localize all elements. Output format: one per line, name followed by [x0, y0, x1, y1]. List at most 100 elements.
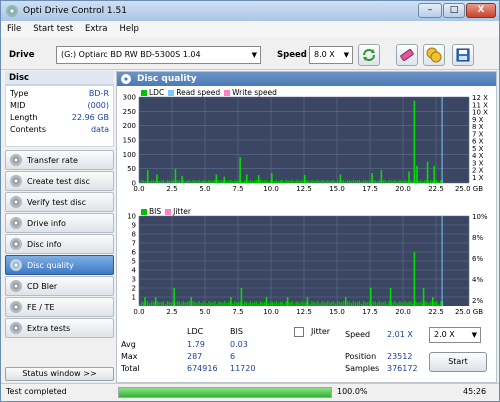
nav-fe-te[interactable]: FE / TE: [5, 297, 114, 317]
chart1-bar: [313, 180, 315, 183]
disc-icon: [121, 74, 131, 84]
menu-start-test[interactable]: Start test: [27, 24, 79, 34]
nav-create-test-disc[interactable]: Create test disc: [5, 171, 114, 191]
test-speed-select[interactable]: 2.0 X ▼: [429, 327, 481, 343]
chart2-bar: [154, 297, 157, 306]
chart1-bar: [311, 179, 313, 183]
stats-row-label: Max: [121, 352, 138, 361]
chart2-x-tick: 5.0: [199, 308, 210, 316]
chart2-bar: [279, 301, 281, 306]
progress-bar: [118, 387, 332, 398]
save-button[interactable]: [452, 44, 474, 66]
chart2-bar: [198, 300, 200, 306]
chart1-bar: [380, 170, 383, 183]
menu-bar: File Start test Extra Help: [1, 21, 499, 37]
chevron-down-icon: ▼: [471, 331, 477, 339]
close-button[interactable]: X: [466, 3, 496, 18]
stats-row-label: Avg: [121, 340, 136, 349]
menu-help[interactable]: Help: [113, 24, 144, 34]
chart1-bar: [164, 181, 167, 183]
stats-col-ldc: LDC: [187, 327, 204, 336]
refresh-button[interactable]: [358, 44, 380, 66]
progress-text: 100.0%: [337, 387, 368, 396]
chart2-bar: [348, 301, 351, 306]
chart1-bar: [293, 181, 295, 183]
chart1-y-tick: 200: [123, 122, 136, 130]
stats-area: LDC BIS Avg 1.79 0.03 Max 287 6 Total 67…: [117, 324, 498, 384]
position-value: 23512: [387, 352, 413, 361]
chart1-bar: [315, 180, 317, 183]
samples-value: 376172: [387, 364, 418, 373]
nav-cd-bler[interactable]: CD Bler: [5, 276, 114, 296]
nav-extra-tests[interactable]: Extra tests: [5, 318, 114, 338]
elapsed-time: 45:26: [463, 387, 487, 396]
chart1-bar: [344, 181, 347, 183]
chart1-bar: [166, 179, 169, 183]
chart2-bar: [329, 302, 331, 306]
app-icon: [6, 5, 18, 17]
speed-stat-label: Speed: [345, 330, 371, 339]
chart1-bar: [255, 180, 258, 183]
chart2-bar: [404, 300, 406, 306]
nav-verify-test-disc[interactable]: Verify test disc: [5, 192, 114, 212]
chart1-bar: [174, 168, 177, 183]
nav-label: Extra tests: [27, 323, 71, 333]
chart1-bar: [188, 179, 190, 183]
start-button[interactable]: Start: [429, 352, 487, 372]
disc-icon: [10, 175, 22, 187]
status-window-button[interactable]: Status window >>: [5, 367, 114, 381]
erase-button[interactable]: [396, 44, 418, 66]
chart2-bar: [360, 303, 363, 306]
chart2-bar: [299, 302, 301, 306]
chart2-y-tick: 2: [132, 285, 136, 293]
menu-extra[interactable]: Extra: [79, 24, 113, 34]
chart2-y-tick: 5: [132, 258, 136, 266]
chart1-bar: [433, 165, 435, 183]
chart2-bar: [289, 302, 291, 306]
chart2-bar: [236, 302, 238, 306]
chart2-bar: [428, 303, 430, 306]
chart1-bar: [212, 180, 214, 183]
app-window: Opti Drive Control 1.51 – □ X File Start…: [0, 0, 500, 402]
chart2-bar: [186, 302, 188, 306]
chart2-bar: [182, 300, 184, 306]
chart1-bar: [236, 180, 238, 183]
nav-transfer-rate[interactable]: Transfer rate: [5, 150, 114, 170]
chart1-y-tick: 100: [123, 151, 136, 159]
chart1-bar: [275, 179, 278, 183]
chart1-bar: [394, 179, 396, 183]
nav-disc-quality[interactable]: Disc quality: [5, 255, 114, 275]
maximize-button[interactable]: □: [443, 3, 465, 18]
chart2-bar: [139, 303, 141, 306]
chart2-bar: [321, 301, 323, 306]
chart2-bar: [306, 297, 309, 306]
stats-avg-bis: 0.03: [230, 340, 248, 349]
chart1-bar: [418, 180, 420, 183]
chart2-bar: [327, 300, 329, 306]
nav-drive-info[interactable]: Drive info: [5, 213, 114, 233]
chart2-bar: [283, 303, 285, 306]
chart1-bar: [346, 180, 349, 183]
chart2-bar: [160, 301, 163, 306]
chart2-bar: [265, 297, 268, 306]
jitter-checkbox[interactable]: [294, 327, 304, 337]
copy-button[interactable]: [423, 44, 445, 66]
minimize-button[interactable]: –: [418, 3, 442, 18]
speed-select[interactable]: 8.0 X ▼: [309, 46, 353, 64]
chart1-bar: [323, 180, 325, 183]
chart1-bar: [437, 181, 440, 183]
drive-select[interactable]: (G:) Optiarc BD RW BD-5300S 1.04 ▼: [56, 46, 261, 64]
chart2-bar: [384, 301, 386, 306]
stats-max-bis: 6: [230, 352, 236, 361]
eraser-icon: [400, 48, 414, 62]
menu-file[interactable]: File: [1, 24, 27, 34]
chart1-bar: [384, 179, 386, 183]
chart1-bar: [426, 161, 429, 183]
chart2-bar: [173, 288, 175, 306]
chart1-bar: [273, 180, 276, 183]
chart1-y-tick: 0: [132, 180, 136, 188]
chart1-bar: [251, 181, 254, 183]
nav-disc-info[interactable]: Disc info: [5, 234, 114, 254]
chart1-bar: [263, 180, 266, 183]
stats-total-bis: 11720: [230, 364, 256, 373]
